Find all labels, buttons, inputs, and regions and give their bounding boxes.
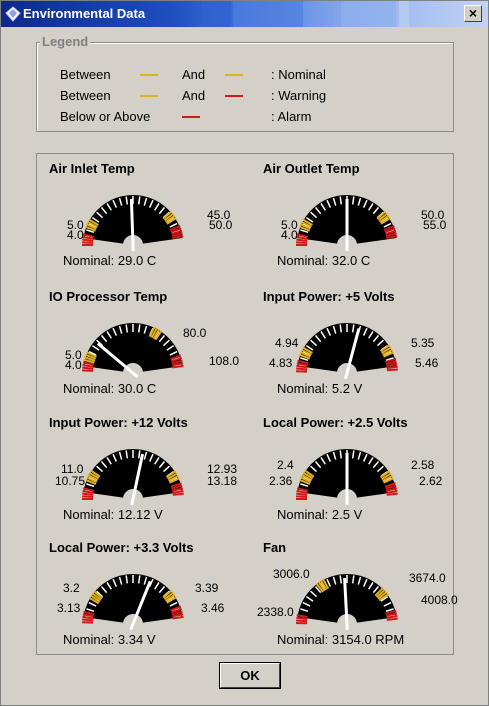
gauge-dial: 5.04.080.0108.0 xyxy=(65,323,239,379)
gauge-dial: 4.94 4.83 5.35 5.46 xyxy=(269,323,439,380)
title-bar-decoration xyxy=(201,1,231,27)
gauge-alarm-zone xyxy=(82,366,94,370)
gauge-dial: 5.04.045.050.0 xyxy=(67,195,233,252)
gauge-high-warning-label: 2.58 xyxy=(411,458,435,472)
gauge-nominal-value: Nominal: 3154.0 RPM xyxy=(277,632,405,647)
gauge-high-alarm-label: 13.18 xyxy=(207,474,237,488)
gauge-low-alarm-label: 10.75 xyxy=(55,474,85,488)
gauge-nominal-value: Nominal: 5.2 V xyxy=(277,381,363,396)
title-bar[interactable]: Environmental Data × xyxy=(1,1,488,27)
gauge-alarm-zone xyxy=(296,495,308,498)
title-bar-decoration xyxy=(399,1,409,27)
window-title: Environmental Data xyxy=(23,6,146,21)
close-button[interactable]: × xyxy=(464,5,482,22)
legend-row-warning-and: And xyxy=(182,88,206,103)
gauge-dial: 5.04.050.055.0 xyxy=(281,195,447,251)
legend-row-alarm-prefix: Below or Above xyxy=(60,109,151,124)
gauge-nominal-value: Nominal: 3.34 V xyxy=(63,632,156,647)
title-bar-decoration xyxy=(341,1,396,27)
environmental-data-window: Environmental Data × Legend Between And … xyxy=(0,0,489,706)
gauge-alarm-zone xyxy=(82,241,94,244)
gauge-high-warning-label: 3.39 xyxy=(195,581,219,595)
gauge-low-alarm-label: 4.0 xyxy=(65,358,82,372)
gauge-nominal-value: Nominal: 30.0 C xyxy=(63,381,157,396)
gauge-low-alarm-label: 2338.0 xyxy=(257,605,294,619)
legend-alarm-swatch xyxy=(182,116,200,118)
legend-warning-high-swatch xyxy=(225,95,243,97)
gauge-high-alarm-label: 55.0 xyxy=(423,218,447,232)
legend-title: Legend xyxy=(40,34,91,49)
gauge-high-alarm-label: 3.46 xyxy=(201,601,225,615)
gauge-dial: 3006.0 2338.0 3674.0 4008.0 xyxy=(257,567,458,631)
gauge-alarm-zone xyxy=(296,492,308,496)
gauge-low-alarm-label: 4.0 xyxy=(67,228,84,242)
gauge-low-alarm-label: 4.0 xyxy=(281,228,298,242)
legend-nominal-high-swatch xyxy=(225,74,243,76)
gauge-high-warning-label: 80.0 xyxy=(183,326,207,340)
gauge-low-alarm-label: 2.36 xyxy=(269,474,293,488)
gauge-alarm-zone xyxy=(82,618,94,622)
gauge-low-warning-label: 2.4 xyxy=(277,458,294,472)
gauge-high-alarm-label: 2.62 xyxy=(419,474,443,488)
gauge-high-alarm-label: 4008.0 xyxy=(421,593,458,607)
gauge-low-alarm-label: 4.83 xyxy=(269,356,293,370)
title-bar-decoration xyxy=(233,1,303,27)
gauge-high-alarm-label: 5.46 xyxy=(415,356,439,370)
gauge-dial: 2.4 2.36 2.58 2.62 xyxy=(269,449,443,505)
gauge-alarm-zone xyxy=(386,617,398,621)
gauge-alarm-zone xyxy=(172,492,184,496)
ok-button[interactable]: OK xyxy=(220,663,280,688)
gauge-alarm-zone xyxy=(296,238,308,242)
gauge-alarm-zone xyxy=(296,241,308,244)
gauge-dial: 11.010.7512.9313.18 xyxy=(55,449,237,506)
gauge-low-warning-label: 3006.0 xyxy=(273,567,310,581)
legend-row-nominal-label: : Nominal xyxy=(271,67,326,82)
gauge-alarm-zone xyxy=(386,365,398,370)
diamond-icon xyxy=(5,6,21,22)
legend-row-warning-label: : Warning xyxy=(271,88,327,103)
gauge-nominal-value: Nominal: 2.5 V xyxy=(277,507,363,522)
gauge-alarm-zone xyxy=(82,495,94,498)
gauge-alarm-zone xyxy=(296,367,308,371)
gauge-low-warning-label: 4.94 xyxy=(275,336,299,350)
gauge-alarm-zone xyxy=(82,238,94,242)
legend-row-warning-prefix: Between xyxy=(60,88,111,103)
legend-row-nominal-and: And xyxy=(182,67,206,82)
gauge-alarm-zone xyxy=(82,369,94,372)
gauge-nominal-value: Nominal: 12.12 V xyxy=(63,507,163,522)
gauge-alarm-zone xyxy=(296,619,308,623)
legend-row-nominal-prefix: Between xyxy=(60,67,111,82)
legend-warning-low-swatch xyxy=(140,95,158,97)
gauge-high-alarm-label: 50.0 xyxy=(209,218,233,232)
gauge-alarm-zone xyxy=(386,368,398,372)
gauge-alarm-zone xyxy=(296,616,308,621)
gauge-high-warning-label: 3674.0 xyxy=(409,571,446,585)
gauge-dial: 3.2 3.13 3.39 3.46 xyxy=(57,574,225,631)
gauge-nominal-value: Nominal: 29.0 C xyxy=(63,253,157,268)
gauge-needle xyxy=(129,198,135,252)
gauge-nominal-value: Nominal: 32.0 C xyxy=(277,253,371,268)
gauge-high-alarm-label: 108.0 xyxy=(209,354,239,368)
legend-row-alarm-label: : Alarm xyxy=(271,109,312,124)
gauge-low-warning-label: 3.2 xyxy=(63,581,80,595)
gauge-alarm-zone xyxy=(386,492,398,496)
gauge-low-alarm-label: 3.13 xyxy=(57,601,81,615)
legend-nominal-low-swatch xyxy=(140,74,158,76)
gauge-alarm-zone xyxy=(82,492,94,496)
gauge-high-warning-label: 5.35 xyxy=(411,336,435,350)
